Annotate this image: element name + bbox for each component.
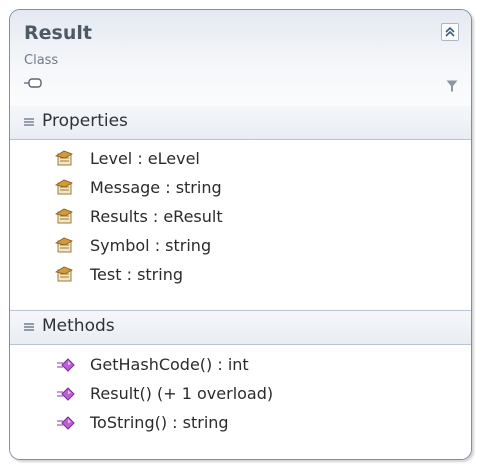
property-icon	[54, 266, 73, 282]
property-item[interactable]: Level : eLevel	[10, 145, 471, 174]
property-text: Message : string	[90, 178, 222, 197]
property-item[interactable]: Test : string	[10, 261, 471, 290]
collapse-section-icon[interactable]	[24, 118, 34, 126]
class-stereotype: Class	[24, 53, 59, 68]
property-icon	[54, 179, 73, 195]
property-text: Results : eResult	[90, 207, 223, 226]
property-icon	[54, 208, 73, 224]
method-text: GetHashCode() : int	[90, 355, 249, 374]
method-item[interactable]: ToString() : string	[10, 409, 471, 438]
property-text: Test : string	[90, 265, 183, 284]
methods-section-label: Methods	[42, 316, 115, 336]
class-name: Result	[24, 22, 92, 44]
methods-list: GetHashCode() : int Result() (+ 1 overlo…	[10, 345, 471, 459]
class-header: Result Class	[10, 10, 471, 107]
filter-icon[interactable]	[446, 80, 458, 92]
property-text: Symbol : string	[90, 236, 212, 255]
properties-section-header[interactable]: Properties	[10, 106, 471, 140]
collapse-button[interactable]	[441, 23, 459, 41]
property-icon	[54, 237, 73, 253]
chevron-up-double-icon	[445, 26, 455, 37]
property-text: Level : eLevel	[90, 149, 200, 168]
collapse-section-icon[interactable]	[24, 323, 34, 331]
method-text: Result() (+ 1 overload)	[90, 384, 274, 403]
class-type-icon	[24, 78, 42, 88]
method-item[interactable]: GetHashCode() : int	[10, 351, 471, 380]
property-icon	[54, 150, 73, 166]
property-item[interactable]: Symbol : string	[10, 232, 471, 261]
method-icon	[57, 387, 75, 401]
method-icon	[57, 416, 75, 430]
properties-section-label: Properties	[42, 111, 128, 131]
property-item[interactable]: Message : string	[10, 174, 471, 203]
properties-list: Level : eLevel Message : string Results …	[10, 140, 471, 315]
methods-section-header[interactable]: Methods	[10, 310, 471, 345]
method-text: ToString() : string	[90, 413, 229, 432]
class-shape[interactable]: Result Class Properties Level: eLevel M…	[9, 9, 472, 460]
property-item[interactable]: Results : eResult	[10, 203, 471, 232]
method-icon	[57, 358, 75, 372]
method-item[interactable]: Result() (+ 1 overload)	[10, 380, 471, 409]
